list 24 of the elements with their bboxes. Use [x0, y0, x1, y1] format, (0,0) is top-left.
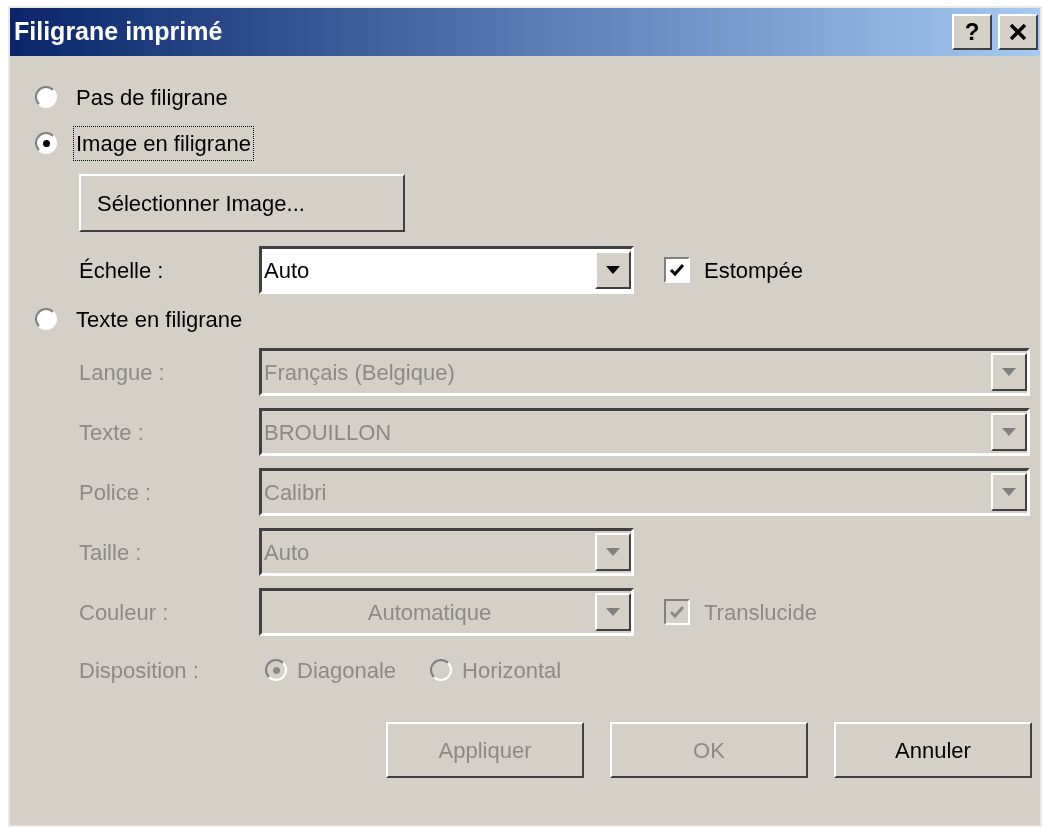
- radio-label[interactable]: Texte en filigrane: [73, 301, 246, 337]
- checkmark-icon: [669, 263, 685, 277]
- field-label: Langue :: [79, 358, 166, 387]
- radio-label[interactable]: Image en filigrane: [73, 125, 254, 161]
- select-image-button[interactable]: Sélectionner Image...: [79, 174, 405, 232]
- radio-button[interactable]: [35, 86, 57, 108]
- radio-button[interactable]: [35, 132, 57, 154]
- radio-button[interactable]: [35, 308, 57, 330]
- field-label: Échelle :: [79, 256, 165, 285]
- window-title: Filigrane imprimé: [14, 16, 224, 48]
- close-button[interactable]: [998, 14, 1038, 50]
- dropdown[interactable]: Auto: [259, 246, 634, 294]
- field-label: Texte :: [79, 418, 145, 447]
- field-label: Taille :: [79, 538, 143, 567]
- checkbox[interactable]: [664, 257, 690, 283]
- help-button[interactable]: ?: [952, 14, 992, 50]
- checkmark-icon: [669, 605, 685, 619]
- field-label: Couleur :: [79, 598, 170, 627]
- checkbox-label[interactable]: Estompée: [704, 253, 804, 287]
- dialog-button[interactable]: Annuler: [834, 722, 1032, 778]
- field-label: Disposition :: [79, 656, 200, 685]
- field-label: Police :: [79, 478, 153, 507]
- radio-label[interactable]: Pas de filigrane: [73, 79, 231, 115]
- close-icon: [1009, 24, 1027, 40]
